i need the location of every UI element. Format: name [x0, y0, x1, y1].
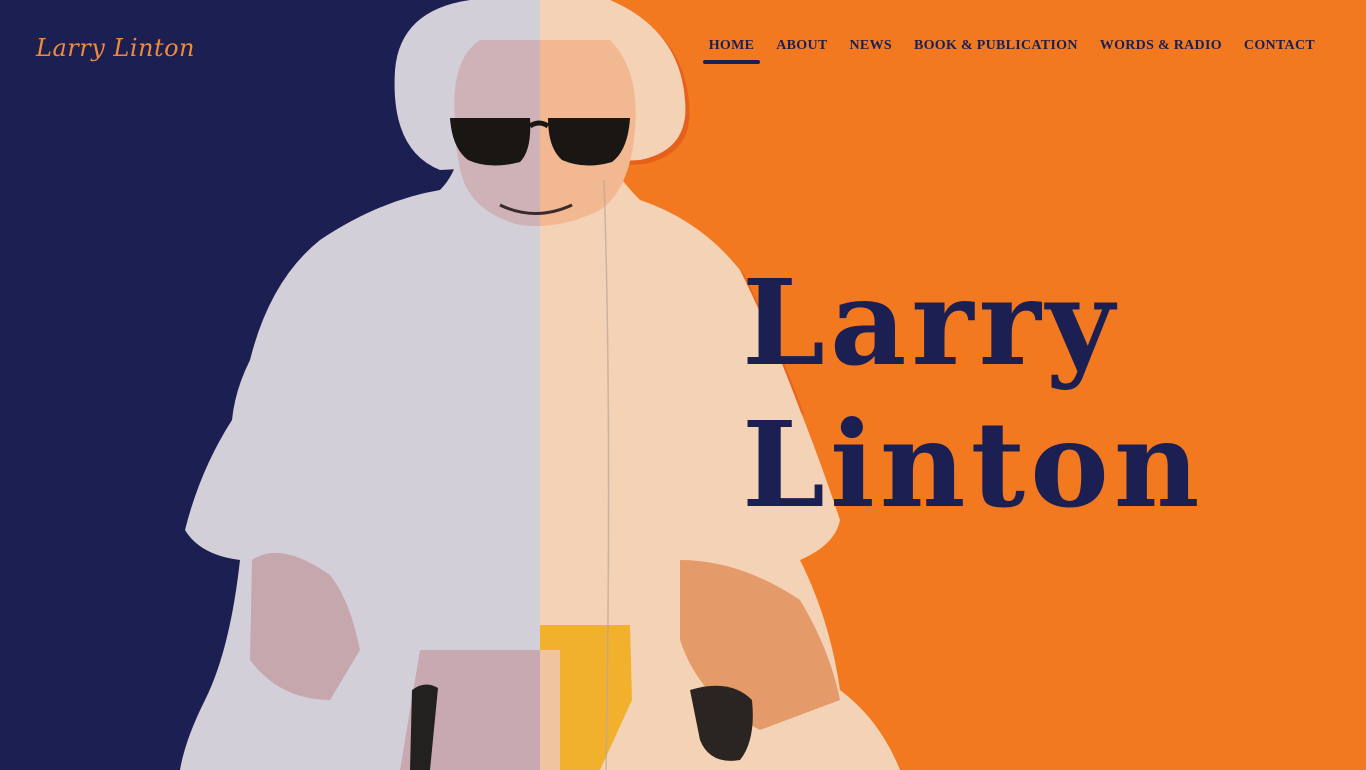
nav-item-about[interactable]: ABOUT [765, 36, 838, 64]
nav-item-home[interactable]: HOME [698, 36, 766, 64]
nav-item-words-radio[interactable]: WORDS & RADIO [1089, 36, 1233, 64]
main-navigation: HOME ABOUT NEWS BOOK & PUBLICATION WORDS… [698, 36, 1326, 64]
nav-item-news[interactable]: NEWS [839, 36, 903, 64]
hero-title-last-name: Linton [742, 395, 1205, 534]
nav-item-book-publication[interactable]: BOOK & PUBLICATION [903, 36, 1089, 64]
hero-title: Larry Linton [742, 252, 1205, 536]
hero-title-first-name: Larry [742, 253, 1120, 392]
nav-item-contact[interactable]: CONTACT [1233, 36, 1326, 64]
site-logo[interactable]: Larry Linton [36, 34, 195, 62]
